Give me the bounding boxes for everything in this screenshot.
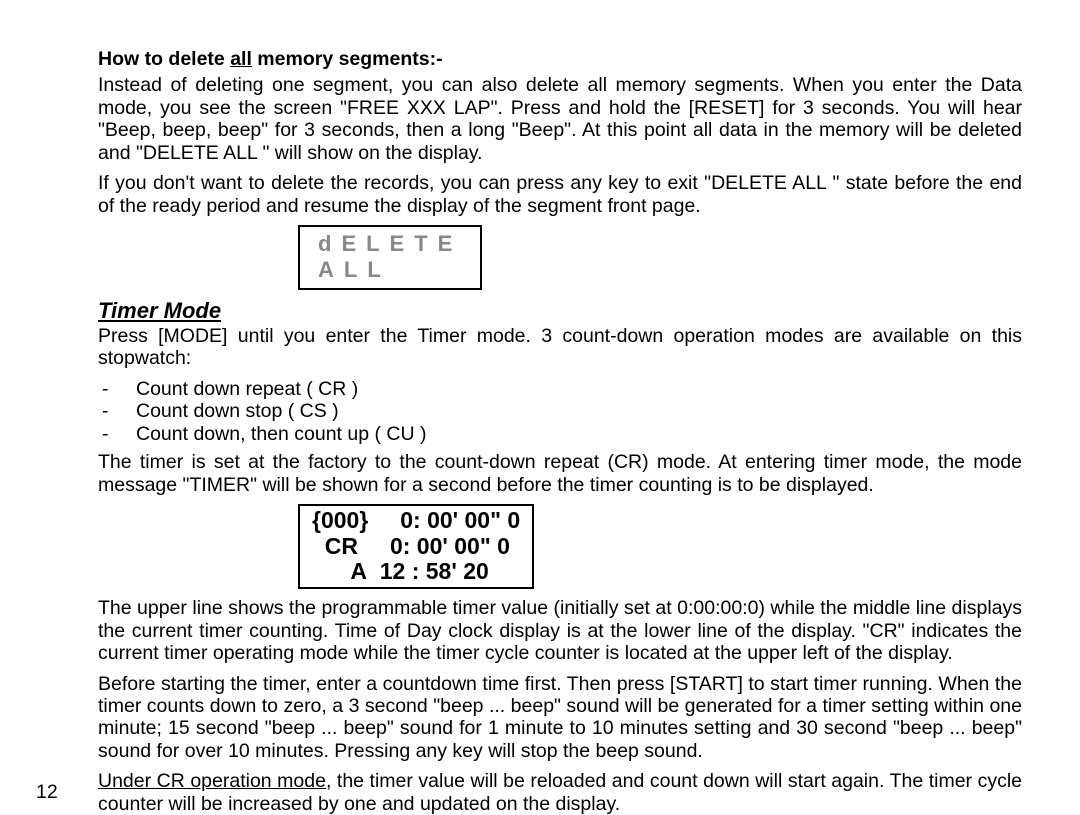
list-item-label: Count down, then count up ( CU ) xyxy=(136,423,427,445)
heading-text-underline: all xyxy=(230,48,252,70)
lcd-line-2: CR 0: 00' 00" 0 xyxy=(312,534,520,560)
lcd-line-2: ALL xyxy=(318,257,462,283)
lcd-display-delete: dELETE ALL xyxy=(298,225,482,290)
heading-delete-all: How to delete all memory segments:- xyxy=(98,48,1022,70)
display-timer-wrap: {000} 0: 00' 00" 0 CR 0: 00' 00" 0 A 12 … xyxy=(298,504,1022,589)
lcd-line-1: dELETE xyxy=(318,231,462,257)
list-item-label: Count down stop ( CS ) xyxy=(136,400,339,422)
list-item-label: Count down repeat ( CR ) xyxy=(136,378,358,400)
heading-text-post: memory segments:- xyxy=(252,48,443,70)
manual-page: How to delete all memory segments:- Inst… xyxy=(0,0,1080,815)
page-number: 12 xyxy=(36,781,58,803)
paragraph-timer-factory: The timer is set at the factory to the c… xyxy=(98,451,1022,496)
lcd-line-1: {000} 0: 00' 00" 0 xyxy=(312,508,520,534)
bullet-dash: - xyxy=(98,423,136,445)
paragraph-timer-beep: Before starting the timer, enter a count… xyxy=(98,673,1022,763)
lcd-line-3: A 12 : 58' 20 xyxy=(312,559,520,585)
paragraph-delete-instructions: Instead of deleting one segment, you can… xyxy=(98,74,1022,164)
heading-timer-mode: Timer Mode xyxy=(98,298,1022,323)
bullet-dash: - xyxy=(98,378,136,400)
list-item: -Count down repeat ( CR ) xyxy=(98,378,1022,400)
paragraph-timer-intro: Press [MODE] until you enter the Timer m… xyxy=(98,325,1022,370)
timer-modes-list: -Count down repeat ( CR ) -Count down st… xyxy=(98,378,1022,445)
paragraph-cr-mode: Under CR operation mode, the timer value… xyxy=(98,770,1022,815)
bullet-dash: - xyxy=(98,400,136,422)
cr-mode-underline: Under CR operation mode xyxy=(98,770,326,792)
heading-text-pre: How to delete xyxy=(98,48,230,70)
list-item: -Count down stop ( CS ) xyxy=(98,400,1022,422)
paragraph-delete-cancel: If you don't want to delete the records,… xyxy=(98,172,1022,217)
display-delete-wrap: dELETE ALL xyxy=(298,225,1022,290)
lcd-display-timer: {000} 0: 00' 00" 0 CR 0: 00' 00" 0 A 12 … xyxy=(298,504,534,589)
paragraph-timer-display-explain: The upper line shows the programmable ti… xyxy=(98,597,1022,664)
list-item: -Count down, then count up ( CU ) xyxy=(98,423,1022,445)
